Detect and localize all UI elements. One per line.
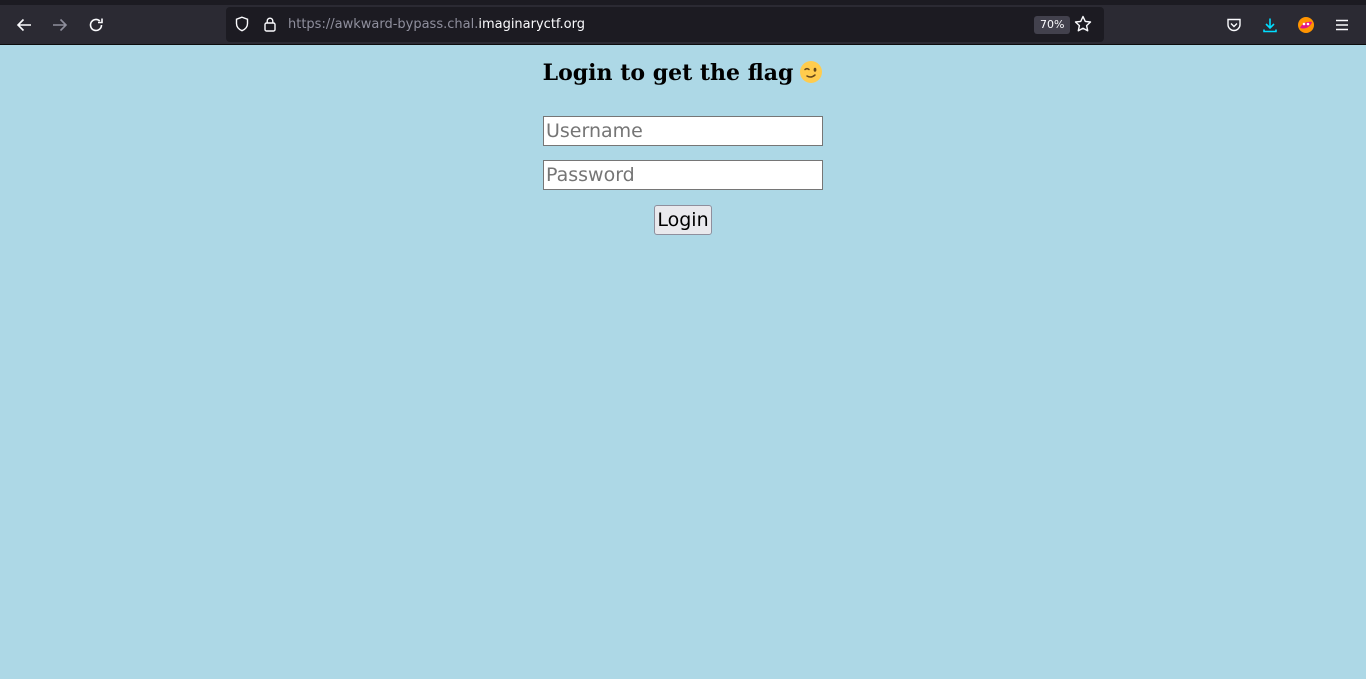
page-title-text: Login to get the flag (542, 60, 794, 86)
forward-button[interactable] (44, 9, 76, 41)
pocket-button[interactable] (1218, 9, 1250, 41)
page-content: Login to get the flag Login (0, 45, 1366, 679)
star-icon[interactable] (1074, 15, 1092, 33)
browser-toolbar: https://awkward-bypass.chal.imaginaryctf… (0, 0, 1366, 45)
back-button[interactable] (8, 9, 40, 41)
page-title: Login to get the flag (0, 58, 1366, 88)
winking-face-icon (800, 61, 823, 83)
lock-icon[interactable] (262, 16, 278, 32)
username-field[interactable] (543, 116, 823, 146)
downloads-button[interactable] (1254, 9, 1286, 41)
login-button[interactable]: Login (654, 205, 712, 235)
reload-icon (89, 18, 103, 32)
hamburger-menu-icon (1336, 19, 1348, 31)
url-text[interactable]: https://awkward-bypass.chal.imaginaryctf… (288, 16, 585, 33)
address-bar[interactable]: https://awkward-bypass.chal.imaginaryctf… (226, 7, 1104, 42)
pocket-icon (1227, 18, 1241, 32)
download-icon (1263, 18, 1277, 33)
menu-button[interactable] (1326, 9, 1358, 41)
zoom-level-badge[interactable]: 70% (1034, 16, 1071, 34)
arrow-right-icon (53, 18, 68, 32)
url-prefix: https://awkward-bypass.chal. (288, 17, 479, 32)
shield-icon[interactable] (234, 16, 250, 32)
reload-button[interactable] (80, 9, 112, 41)
url-domain: imaginaryctf.org (478, 17, 586, 32)
password-field[interactable] (543, 160, 823, 190)
arrow-left-icon (16, 18, 31, 32)
fox-extension-icon (1298, 17, 1314, 33)
extension-button[interactable] (1290, 9, 1322, 41)
